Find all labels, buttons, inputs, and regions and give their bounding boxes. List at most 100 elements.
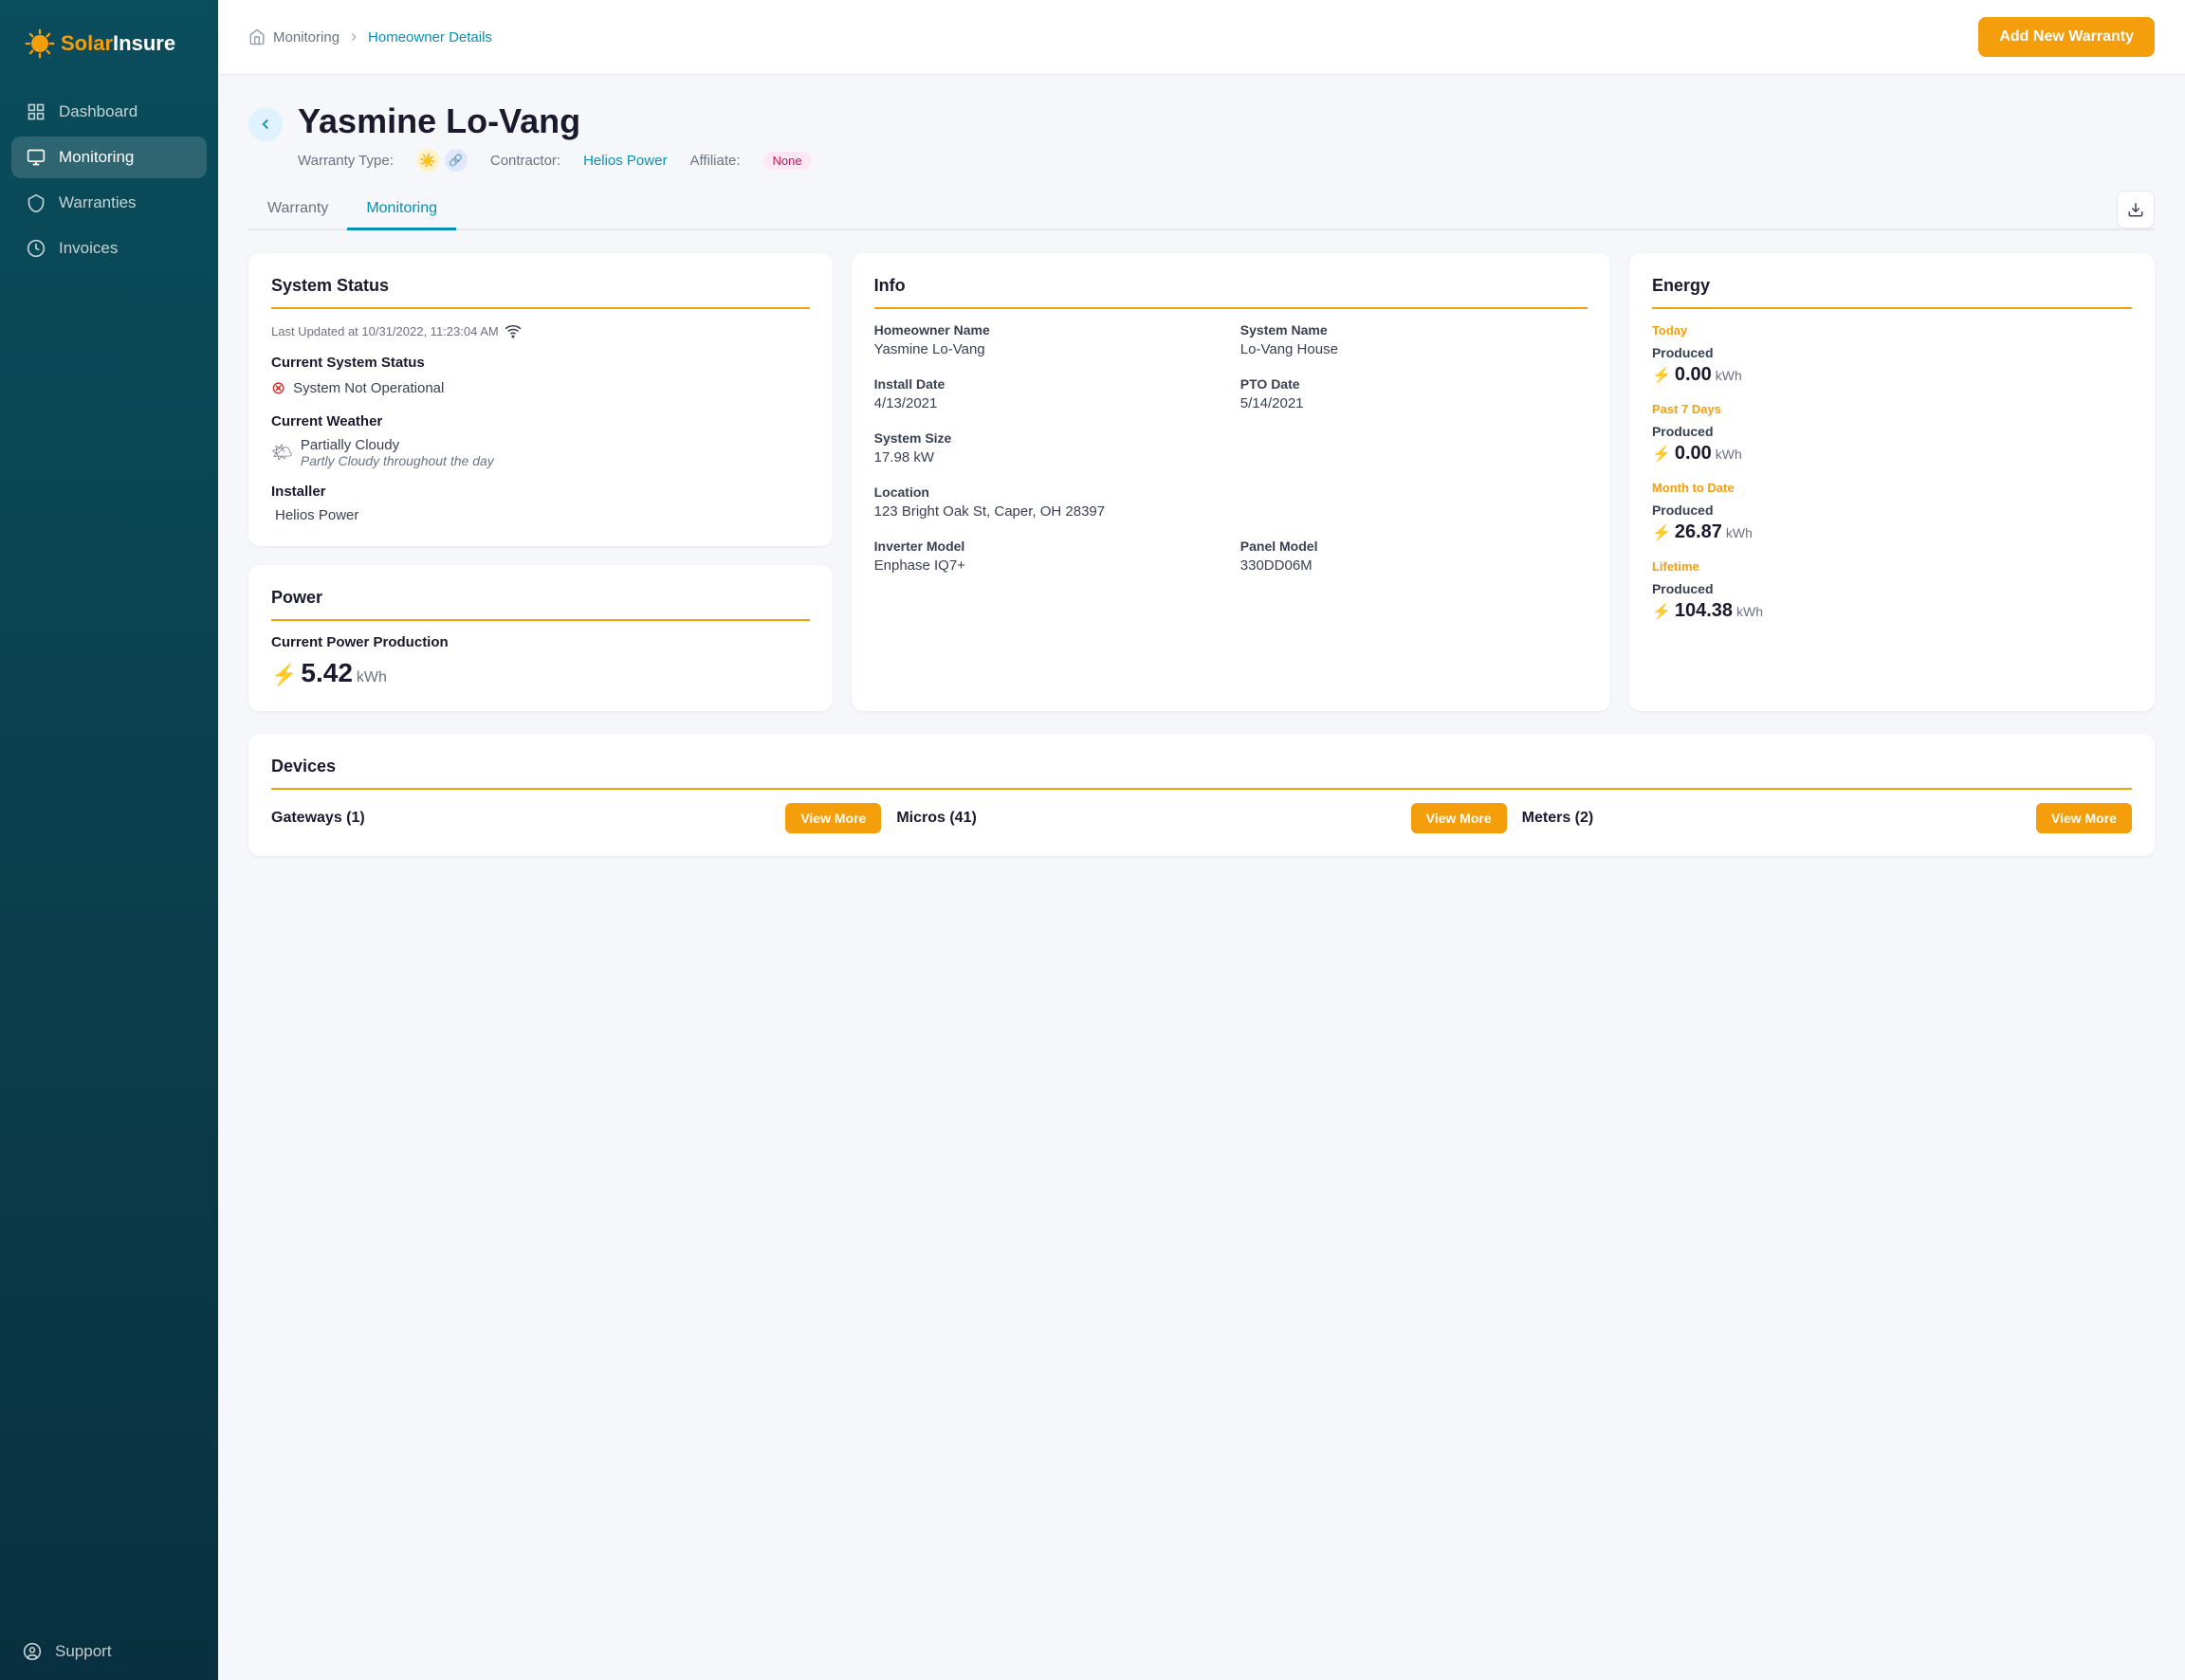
info-location: Location 123 Bright Oak St, Caper, OH 28… xyxy=(874,484,1588,520)
devices-title: Devices xyxy=(271,757,2132,790)
support-area: Support xyxy=(0,1623,218,1680)
energy-past7days-produced-label: Produced xyxy=(1652,424,2132,439)
info-title: Info xyxy=(874,276,1588,309)
sidebar-item-label: Dashboard xyxy=(59,102,138,121)
info-homeowner-name: Homeowner Name Yasmine Lo-Vang xyxy=(874,322,1221,357)
sidebar-item-label: Invoices xyxy=(59,239,118,258)
device-micros: Micros (41) View More xyxy=(896,803,1506,833)
tab-warranty[interactable]: Warranty xyxy=(248,191,347,230)
info-pto-date: PTO Date 5/14/2021 xyxy=(1240,376,1588,411)
devices-row: Gateways (1) View More Micros (41) View … xyxy=(271,803,2132,833)
support-label: Support xyxy=(55,1642,112,1661)
devices-card: Devices Gateways (1) View More Micros (4… xyxy=(248,734,2155,856)
wifi-icon xyxy=(505,322,522,339)
contractor-name[interactable]: Helios Power xyxy=(583,153,667,169)
info-system-size: System Size 17.98 kW xyxy=(874,430,1221,466)
logo-area: SolarInsure xyxy=(0,0,218,83)
weather-desc: Partly Cloudy throughout the day xyxy=(301,453,494,468)
install-date-label: Install Date xyxy=(874,376,1221,392)
affiliate-value: None xyxy=(763,152,812,170)
sidebar-item-invoices[interactable]: Invoices xyxy=(11,228,207,269)
device-meters-name: Meters (2) xyxy=(1522,810,1594,827)
current-status-label: Current System Status xyxy=(271,355,810,371)
invoices-icon xyxy=(27,239,46,258)
info-grid: Homeowner Name Yasmine Lo-Vang System Na… xyxy=(874,322,1588,574)
energy-lifetime-value: 104.38 xyxy=(1675,600,1733,622)
contractor-label: Contractor: xyxy=(490,153,560,169)
sidebar-item-monitoring[interactable]: Monitoring xyxy=(11,137,207,178)
info-panel-model: Panel Model 330DD06M xyxy=(1240,539,1588,574)
system-name-value: Lo-Vang House xyxy=(1240,341,1588,357)
info-card: Info Homeowner Name Yasmine Lo-Vang Syst… xyxy=(852,253,1610,711)
installer-name: Helios Power xyxy=(271,507,810,523)
energy-lifetime-value-row: ⚡ 104.38 kWh xyxy=(1652,600,2132,622)
home-icon xyxy=(248,28,266,46)
energy-lightning-icon-2: ⚡ xyxy=(1652,445,1671,464)
energy-past7days-label: Past 7 Days xyxy=(1652,402,1721,416)
homeowner-name-label: Homeowner Name xyxy=(874,322,1221,338)
back-arrow-icon xyxy=(257,116,274,133)
monitoring-icon xyxy=(27,148,46,167)
pto-date-value: 5/14/2021 xyxy=(1240,395,1588,411)
info-system-name: System Name Lo-Vang House xyxy=(1240,322,1588,357)
last-updated: Last Updated at 10/31/2022, 11:23:04 AM xyxy=(271,322,810,339)
logo-text: SolarInsure xyxy=(61,31,175,56)
location-label: Location xyxy=(874,484,1588,500)
download-button[interactable] xyxy=(2117,191,2155,228)
affiliate-label: Affiliate: xyxy=(689,153,740,169)
power-number: 5.42 xyxy=(301,658,353,688)
device-meters: Meters (2) View More xyxy=(1522,803,2132,833)
device-gateways: Gateways (1) View More xyxy=(271,803,881,833)
homeowner-name-value: Yasmine Lo-Vang xyxy=(874,341,1221,357)
energy-title: Energy xyxy=(1652,276,2132,309)
download-icon xyxy=(2127,201,2144,218)
energy-card: Energy Today Produced ⚡ 0.00 kWh Past 7 … xyxy=(1629,253,2155,711)
warranty-type-label: Warranty Type: xyxy=(298,153,394,169)
sidebar-item-label: Monitoring xyxy=(59,148,134,167)
energy-lifetime-label: Lifetime xyxy=(1652,559,1699,574)
power-unit: kWh xyxy=(357,669,387,686)
energy-today-produced-label: Produced xyxy=(1652,345,2132,360)
warranties-icon xyxy=(27,193,46,212)
energy-past7days-unit: kWh xyxy=(1716,447,1742,462)
breadcrumb: Monitoring Homeowner Details xyxy=(248,28,492,46)
current-status-row: ⊗ System Not Operational xyxy=(271,378,810,398)
installer-label: Installer xyxy=(271,484,810,500)
inverter-model-value: Enphase IQ7+ xyxy=(874,557,1221,574)
panel-model-value: 330DD06M xyxy=(1240,557,1588,574)
weather-label: Current Weather xyxy=(271,413,810,429)
weather-main: Partially Cloudy xyxy=(301,437,494,453)
warranty-sun-icon: ☀️ xyxy=(416,149,439,172)
energy-lightning-icon: ⚡ xyxy=(1652,366,1671,385)
homeowner-info: Yasmine Lo-Vang Warranty Type: ☀️ 🔗 Cont… xyxy=(298,101,812,175)
support-item[interactable]: Support xyxy=(23,1642,195,1661)
energy-today-value-row: ⚡ 0.00 kWh xyxy=(1652,364,2132,386)
view-more-micros-button[interactable]: View More xyxy=(1411,803,1507,833)
device-micros-name: Micros (41) xyxy=(896,810,976,827)
power-value-row: ⚡ 5.42 kWh xyxy=(271,658,810,688)
location-value: 123 Bright Oak St, Caper, OH 28397 xyxy=(874,503,1588,520)
energy-monthtodate-unit: kWh xyxy=(1726,525,1753,540)
energy-monthtodate: Month to Date Produced ⚡ 26.87 kWh xyxy=(1652,480,2132,543)
sidebar: SolarInsure Dashboard Monitoring Warrant… xyxy=(0,0,218,1680)
homeowner-name: Yasmine Lo-Vang xyxy=(298,101,812,141)
system-status-title: System Status xyxy=(271,276,810,309)
current-status-value: System Not Operational xyxy=(293,380,444,396)
sidebar-item-warranties[interactable]: Warranties xyxy=(11,182,207,224)
support-icon xyxy=(23,1642,42,1661)
weather-info: Partially Cloudy Partly Cloudy throughou… xyxy=(301,437,494,468)
view-more-meters-button[interactable]: View More xyxy=(2036,803,2132,833)
back-button[interactable] xyxy=(248,107,283,141)
current-power-label: Current Power Production xyxy=(271,634,810,650)
tab-monitoring[interactable]: Monitoring xyxy=(347,191,456,230)
sidebar-item-dashboard[interactable]: Dashboard xyxy=(11,91,207,133)
device-gateways-name: Gateways (1) xyxy=(271,810,365,827)
view-more-gateways-button[interactable]: View More xyxy=(785,803,881,833)
add-warranty-button[interactable]: Add New Warranty xyxy=(1978,17,2155,57)
system-size-label: System Size xyxy=(874,430,1221,446)
energy-past7days-value-row: ⚡ 0.00 kWh xyxy=(1652,443,2132,465)
energy-today-label: Today xyxy=(1652,323,1687,338)
nav-menu: Dashboard Monitoring Warranties Invoices xyxy=(0,83,218,1623)
page-header: Monitoring Homeowner Details Add New War… xyxy=(218,0,2185,75)
inverter-model-label: Inverter Model xyxy=(874,539,1221,554)
